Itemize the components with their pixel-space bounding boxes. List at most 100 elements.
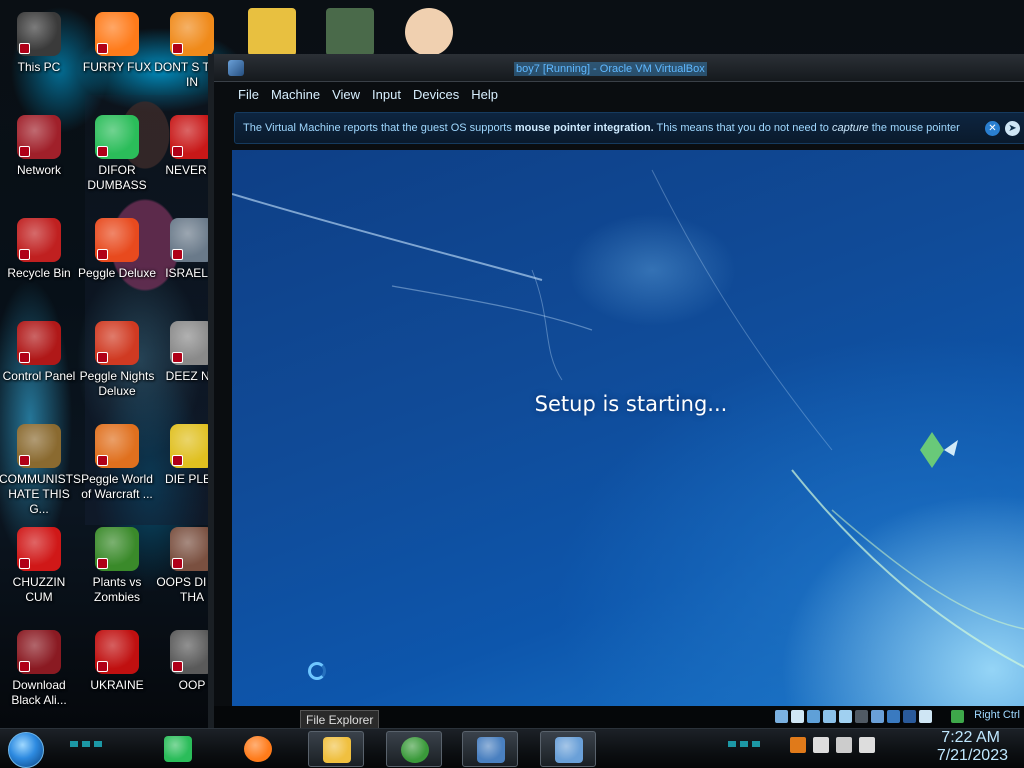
shortcut-arrow-icon <box>172 455 183 466</box>
shortcut-arrow-icon <box>19 43 30 54</box>
flag-icon[interactable] <box>813 737 829 753</box>
window-title: boy7 [Running] - Oracle VM VirtualBox <box>514 62 707 76</box>
desktop-icon-peggle-wow[interactable]: Peggle World of Warcraft ... <box>77 424 157 502</box>
taskbar: 7:22 AM 7/21/2023 <box>0 728 1024 768</box>
start-button[interactable] <box>8 732 44 768</box>
menu-bar: File Machine View Input Devices Help <box>232 84 504 106</box>
file-explorer-tooltip: File Explorer <box>300 710 380 730</box>
menu-view[interactable]: View <box>326 84 366 106</box>
desktop-icon-control-panel[interactable]: Control Panel <box>0 321 79 384</box>
download-icon <box>17 630 61 674</box>
taskbar-app-file-explorer[interactable] <box>308 731 364 767</box>
desktop-icon-label: FURRY FUX <box>82 60 152 74</box>
desktop-icon-label: Control Panel <box>2 369 76 383</box>
desktop-icon-recycle-bin[interactable]: Recycle Bin <box>0 218 79 281</box>
notice-text-middle: This means that you do not need to <box>653 122 832 134</box>
desktop-icon-firefox[interactable]: FURRY FUX <box>77 12 157 75</box>
notice-info-icon[interactable]: ➤ <box>1005 121 1020 136</box>
shortcut-arrow-icon <box>19 146 30 157</box>
network-tray-icon[interactable] <box>836 737 852 753</box>
desktop-icon-peggle-nights[interactable]: Peggle Nights Deluxe <box>77 321 157 399</box>
notice-text-suffix: the mouse pointer <box>868 122 960 134</box>
discord-like-icon <box>95 115 139 159</box>
shortcut-arrow-icon <box>19 249 30 260</box>
virtualbox-icon <box>477 737 505 763</box>
puzzle-app-icon[interactable] <box>326 8 374 56</box>
taskbar-decoration-right <box>728 741 764 747</box>
firefox-icon <box>95 12 139 56</box>
recording-icon[interactable] <box>887 710 900 723</box>
hxd-icon[interactable] <box>248 8 296 56</box>
cpu-icon[interactable] <box>903 710 916 723</box>
desktop-icon-label: Recycle Bin <box>7 266 71 280</box>
sublime-icon[interactable] <box>790 737 806 753</box>
desktop-icon-download[interactable]: Download Black Ali... <box>0 630 79 708</box>
shortcut-arrow-icon <box>97 558 108 569</box>
desktop-icon-label: Peggle Deluxe <box>77 266 157 280</box>
audio-icon[interactable] <box>807 710 820 723</box>
window-titlebar[interactable]: boy7 [Running] - Oracle VM VirtualBox <box>214 54 1024 82</box>
desktop-icon-label: DIFOR DUMBASS <box>87 163 147 192</box>
virtualbox-window[interactable]: boy7 [Running] - Oracle VM VirtualBox Fi… <box>208 54 1024 728</box>
setup-status-text: Setup is starting... <box>534 392 728 416</box>
desktop-icon-this-pc[interactable]: This PC <box>0 12 79 75</box>
desktop-icon-chuzzle[interactable]: CHUZZIN CUM <box>0 527 79 605</box>
chrome-icon <box>401 737 429 763</box>
this-pc-icon <box>17 12 61 56</box>
chuzzle-icon <box>17 527 61 571</box>
shortcut-arrow-icon <box>172 352 183 363</box>
mouse-integration-notice: The Virtual Machine reports that the gue… <box>234 112 1024 144</box>
taskbar-app-virtualbox[interactable] <box>462 731 518 767</box>
notes-icon <box>164 736 192 762</box>
doctor-icon[interactable] <box>405 8 453 56</box>
usb-icon[interactable] <box>839 710 852 723</box>
shortcut-arrow-icon <box>172 558 183 569</box>
vlc-icon <box>170 12 214 56</box>
volume-icon[interactable] <box>859 737 875 753</box>
folder-icon <box>323 737 351 763</box>
clock-date[interactable]: 7/21/2023 <box>937 747 1008 765</box>
desktop-icon-plants-vs-zombies[interactable]: Plants vs Zombies <box>77 527 157 605</box>
loading-spinner-icon <box>308 662 326 680</box>
peggle-nights-icon <box>95 321 139 365</box>
menu-file[interactable]: File <box>232 84 265 106</box>
taskbar-app-notes-app[interactable] <box>150 731 206 767</box>
menu-input[interactable]: Input <box>366 84 407 106</box>
guest-display[interactable]: Setup is starting... <box>232 150 1024 706</box>
hard-disk-icon[interactable] <box>775 710 788 723</box>
control-panel-icon <box>17 321 61 365</box>
shortcut-arrow-icon <box>172 43 183 54</box>
menu-help[interactable]: Help <box>465 84 504 106</box>
display-icon[interactable] <box>871 710 884 723</box>
taskbar-app-win7-vm[interactable] <box>540 731 596 767</box>
mouse-integration-icon[interactable] <box>919 710 932 723</box>
desktop-icon-discord-like[interactable]: DIFOR DUMBASS <box>77 115 157 193</box>
desktop-icon-label: UKRAINE <box>90 678 144 692</box>
menu-devices[interactable]: Devices <box>407 84 465 106</box>
shortcut-arrow-icon <box>172 661 183 672</box>
desktop-icon-radiation[interactable]: UKRAINE <box>77 630 157 693</box>
optical-drive-icon[interactable] <box>791 710 804 723</box>
desktop-icon-peggle[interactable]: Peggle Deluxe <box>77 218 157 281</box>
shortcut-arrow-icon <box>97 352 108 363</box>
network-adapter-icon[interactable] <box>823 710 836 723</box>
firefox-icon <box>244 736 272 762</box>
notice-text-italic: capture <box>831 122 869 134</box>
shared-folder-icon[interactable] <box>855 710 868 723</box>
host-key-label: Right Ctrl <box>974 709 1020 721</box>
taskbar-app-chrome[interactable] <box>386 731 442 767</box>
radiation-icon <box>95 630 139 674</box>
desktop-icon-label: Plants vs Zombies <box>92 575 142 604</box>
clock-time[interactable]: 7:22 AM <box>941 729 1000 747</box>
taskbar-app-firefox[interactable] <box>230 731 286 767</box>
menu-machine[interactable]: Machine <box>265 84 326 106</box>
shortcut-arrow-icon <box>19 661 30 672</box>
shortcut-arrow-icon <box>172 146 183 157</box>
desktop-icon-money-bag[interactable]: COMMUNISTS HATE THIS G... <box>0 424 81 517</box>
desktop-icon-label: Peggle Nights Deluxe <box>79 369 155 398</box>
desktop-icon-label: Network <box>16 163 61 177</box>
desktop-icon-network[interactable]: Network <box>0 115 79 178</box>
host-key-arrow-icon <box>951 710 964 723</box>
shortcut-arrow-icon <box>97 146 108 157</box>
close-notice-icon[interactable]: ✕ <box>985 121 1000 136</box>
